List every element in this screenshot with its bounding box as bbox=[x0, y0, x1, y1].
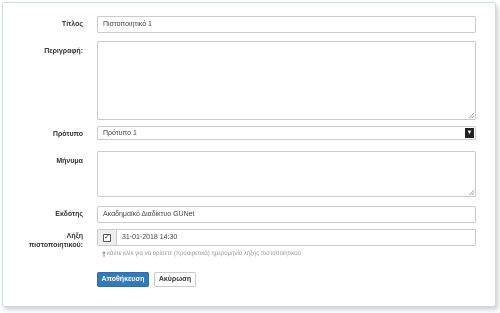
expiry-hint: κάντε κλικ για να ορίσετε (προαιρετικά) … bbox=[102, 249, 482, 258]
expiry-input-group[interactable]: ✓ 31-01-2018 14:30 bbox=[97, 229, 476, 246]
expiry-checkbox[interactable]: ✓ bbox=[103, 233, 111, 242]
issuer-input-value: Ακαδημαϊκό Διαδίκτυο GUNet bbox=[103, 211, 195, 218]
cancel-button[interactable]: Ακύρωση bbox=[154, 272, 196, 287]
title-input[interactable]: Πιστοποιητικό 1 bbox=[97, 16, 476, 33]
expiry-hint-text: κάντε κλικ για να ορίσετε (προαιρετικά) … bbox=[107, 250, 301, 257]
message-textarea[interactable] bbox=[97, 151, 476, 197]
resize-grip-icon[interactable] bbox=[469, 190, 474, 195]
description-textarea[interactable] bbox=[97, 41, 476, 120]
arrow-up-icon bbox=[102, 250, 106, 257]
description-label: Περιγραφή: bbox=[44, 48, 83, 55]
certificate-form-panel: Τίτλος Πιστοποιητικό 1 Περιγραφή: Πρότυπ… bbox=[2, 2, 496, 307]
expiry-label: Λήξη πιστοποιητικού: bbox=[3, 232, 83, 250]
message-label: Μήνυμα bbox=[56, 158, 83, 165]
expiry-label-line2: πιστοποιητικού: bbox=[28, 242, 83, 249]
template-select[interactable]: Πρότυπο 1 ▼ bbox=[97, 126, 476, 140]
resize-grip-icon[interactable] bbox=[469, 113, 474, 118]
chevron-down-icon[interactable]: ▼ bbox=[465, 128, 474, 138]
expiry-label-line1: Λήξη bbox=[66, 233, 83, 240]
issuer-label: Εκδότης bbox=[55, 211, 83, 218]
title-label: Τίτλος bbox=[61, 21, 83, 28]
check-icon: ✓ bbox=[104, 233, 110, 241]
title-input-value: Πιστοποιητικό 1 bbox=[103, 21, 152, 28]
issuer-input[interactable]: Ακαδημαϊκό Διαδίκτυο GUNet bbox=[97, 206, 476, 223]
template-label: Πρότυπο bbox=[52, 131, 83, 138]
expiry-datetime-value: 31-01-2018 14:30 bbox=[122, 234, 178, 241]
save-button[interactable]: Αποθήκευση bbox=[97, 272, 149, 287]
template-selected-value: Πρότυπο 1 bbox=[103, 129, 137, 137]
expiry-checkbox-addon[interactable]: ✓ bbox=[98, 230, 117, 245]
